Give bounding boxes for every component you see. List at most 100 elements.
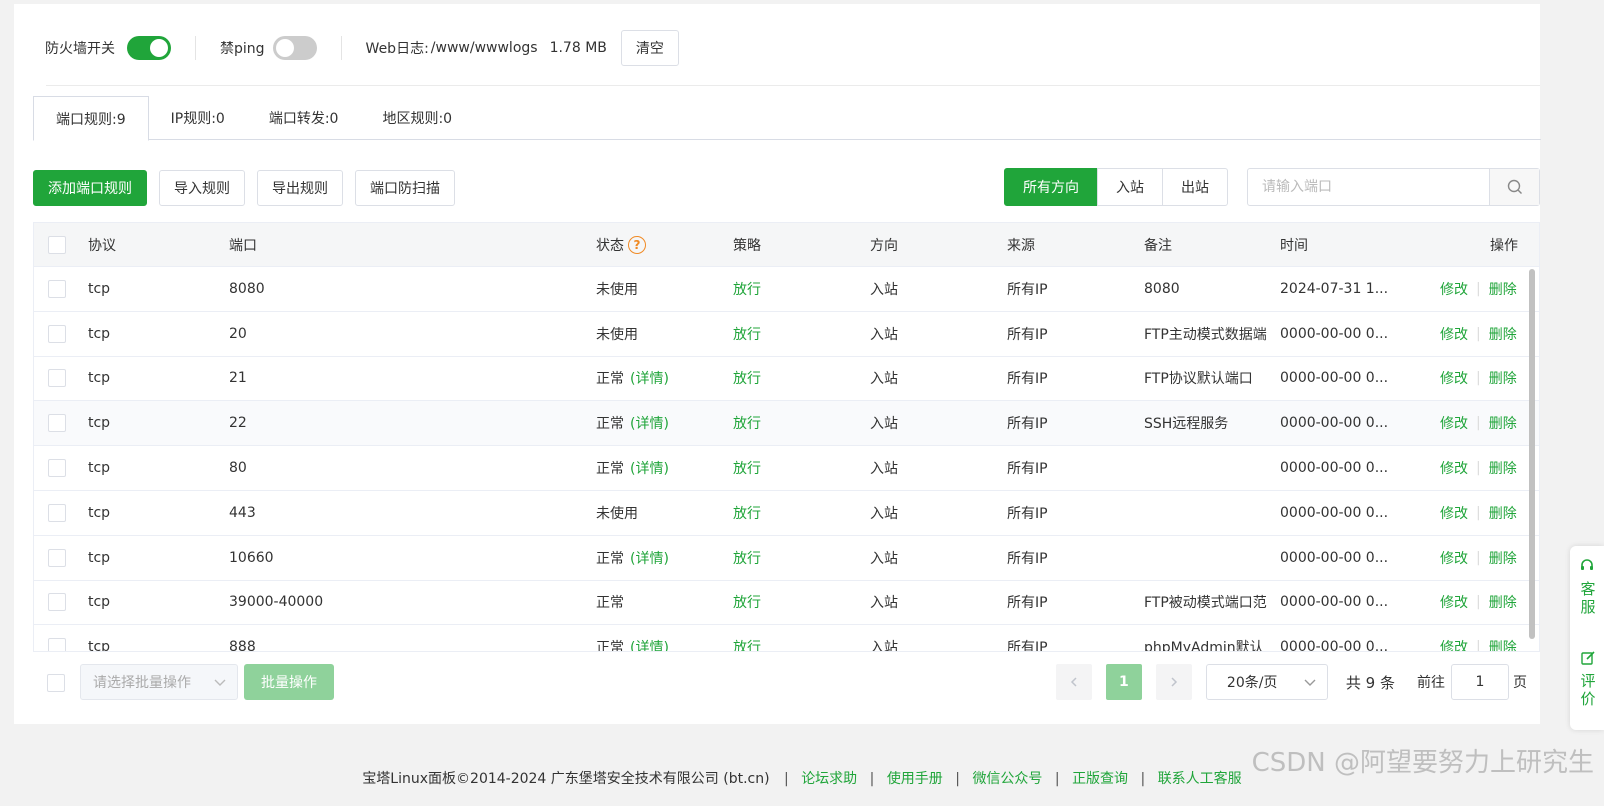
port-antiscan-button[interactable]: 端口防扫描 xyxy=(355,170,455,206)
cell-remark: FTP协议默认端口 xyxy=(1144,371,1253,388)
weblog-size: 1.78 MB xyxy=(549,40,607,56)
row-checkbox[interactable] xyxy=(48,369,66,388)
edit-rule-link[interactable]: 修改 xyxy=(1440,279,1468,299)
cell-source: 所有IP xyxy=(1007,416,1048,433)
customer-service-button[interactable]: 客服 xyxy=(1578,580,1598,616)
edit-rule-link[interactable]: 修改 xyxy=(1440,548,1468,568)
weblog-path-link[interactable]: /www/wwwlogs xyxy=(431,40,538,56)
cell-status: 正常 (详情) xyxy=(596,357,669,401)
batch-bar: 请选择批量操作 批量操作 1 20条/页 共 9 条 前往 1 页 xyxy=(33,662,1527,702)
rule-tabs: 端口规则:9 IP规则:0 端口转发:0 地区规则:0 xyxy=(33,96,1541,141)
footer-divider: | xyxy=(869,771,875,787)
edit-rule-link[interactable]: 修改 xyxy=(1440,368,1468,388)
edit-rule-link[interactable]: 修改 xyxy=(1440,503,1468,523)
cell-time: 0000-00-00 0... xyxy=(1280,460,1389,477)
footer-divider: | xyxy=(1140,771,1146,787)
delete-rule-link[interactable]: 删除 xyxy=(1489,548,1517,568)
status-detail-link[interactable]: (详情) xyxy=(630,413,669,433)
delete-rule-link[interactable]: 删除 xyxy=(1489,458,1517,478)
cell-direction: 入站 xyxy=(870,416,898,433)
cell-policy: 放行 xyxy=(733,326,761,343)
prev-page-button[interactable] xyxy=(1055,664,1092,700)
batch-action-button[interactable]: 批量操作 xyxy=(244,664,334,700)
status-detail-link[interactable]: (详情) xyxy=(630,548,669,568)
cell-remark: FTP主动模式数据端 xyxy=(1144,326,1267,343)
row-checkbox[interactable] xyxy=(48,459,66,478)
cell-ops: 修改 | 删除 xyxy=(1440,357,1517,401)
row-checkbox[interactable] xyxy=(48,279,66,298)
footer-link-manual[interactable]: 使用手册 xyxy=(887,771,943,787)
footer-link-forum[interactable]: 论坛求助 xyxy=(801,771,857,787)
direction-in-button[interactable]: 入站 xyxy=(1097,168,1163,206)
header-policy: 策略 xyxy=(733,237,761,254)
pagination: 1 20条/页 共 9 条 前往 1 页 xyxy=(1055,664,1527,700)
tab-region-rules[interactable]: 地区规则:0 xyxy=(360,96,474,140)
cell-remark xyxy=(1144,491,1270,535)
row-select-cell xyxy=(48,581,66,625)
ping-toggle[interactable] xyxy=(272,36,317,60)
batch-select-checkbox[interactable] xyxy=(47,674,65,692)
export-rules-button[interactable]: 导出规则 xyxy=(257,170,343,206)
edit-rule-link[interactable]: 修改 xyxy=(1440,413,1468,433)
firewall-switch-label: 防火墙开关 xyxy=(45,41,115,57)
delete-rule-link[interactable]: 删除 xyxy=(1489,503,1517,523)
footer-link-wechat[interactable]: 微信公众号 xyxy=(972,771,1042,787)
next-page-button[interactable] xyxy=(1155,664,1192,700)
batch-action-select[interactable]: 请选择批量操作 xyxy=(80,664,238,700)
row-checkbox[interactable] xyxy=(48,324,66,343)
help-icon[interactable]: ? xyxy=(628,235,646,254)
edit-rule-link[interactable]: 修改 xyxy=(1440,458,1468,478)
edit-rule-link[interactable]: 修改 xyxy=(1440,637,1468,651)
row-checkbox[interactable] xyxy=(48,503,66,522)
cell-port: 22 xyxy=(229,415,247,432)
tab-port-rules[interactable]: 端口规则:9 xyxy=(33,96,149,141)
delete-rule-link[interactable]: 删除 xyxy=(1489,413,1517,433)
clear-log-button[interactable]: 清空 xyxy=(620,30,679,66)
row-checkbox[interactable] xyxy=(48,414,66,433)
search-button[interactable] xyxy=(1489,169,1539,205)
goto-page-input[interactable]: 1 xyxy=(1451,664,1509,700)
delete-rule-link[interactable]: 删除 xyxy=(1489,637,1517,651)
cell-source: 所有IP xyxy=(1007,371,1048,388)
delete-rule-link[interactable]: 删除 xyxy=(1489,324,1517,344)
status-text: 未使用 xyxy=(596,281,638,298)
edit-rule-link[interactable]: 修改 xyxy=(1440,324,1468,344)
delete-rule-link[interactable]: 删除 xyxy=(1489,368,1517,388)
delete-rule-link[interactable]: 删除 xyxy=(1489,279,1517,299)
cell-port: 20 xyxy=(229,325,247,342)
page-size-select[interactable]: 20条/页 xyxy=(1205,664,1328,700)
footer-link-support[interactable]: 联系人工客服 xyxy=(1158,771,1242,787)
cell-direction: 入站 xyxy=(870,505,898,522)
status-detail-link[interactable]: (详情) xyxy=(630,368,669,388)
footer-link-license[interactable]: 正版查询 xyxy=(1072,771,1128,787)
delete-rule-link[interactable]: 删除 xyxy=(1489,592,1517,612)
port-search xyxy=(1247,168,1540,206)
table-body: tcp 8080 未使用 放行 入站 所有IP 8080 2024-07-31 1... 修改 |… xyxy=(34,267,1539,652)
cell-status: 正常 (详情) xyxy=(596,446,669,490)
select-all-checkbox[interactable] xyxy=(48,235,66,254)
row-select-cell xyxy=(48,536,66,580)
direction-all-button[interactable]: 所有方向 xyxy=(1004,168,1098,206)
edit-icon xyxy=(1581,651,1595,665)
cell-time: 0000-00-00 0... xyxy=(1280,415,1389,432)
port-search-input[interactable] xyxy=(1248,169,1489,205)
tab-port-forward[interactable]: 端口转发:0 xyxy=(247,96,361,140)
status-detail-link[interactable]: (详情) xyxy=(630,637,669,651)
firewall-toggle[interactable] xyxy=(127,36,171,60)
row-checkbox[interactable] xyxy=(48,638,66,651)
row-checkbox[interactable] xyxy=(48,593,66,612)
direction-out-button[interactable]: 出站 xyxy=(1162,168,1228,206)
page-number-current[interactable]: 1 xyxy=(1105,664,1142,700)
review-button[interactable]: 评价 xyxy=(1578,672,1598,708)
import-rules-button[interactable]: 导入规则 xyxy=(159,170,245,206)
row-select-cell xyxy=(48,357,66,401)
chevron-down-icon xyxy=(214,679,226,686)
tab-ip-rules[interactable]: IP规则:0 xyxy=(149,96,247,140)
edit-rule-link[interactable]: 修改 xyxy=(1440,592,1468,612)
row-checkbox[interactable] xyxy=(48,548,66,567)
table-scrollbar[interactable] xyxy=(1529,269,1535,639)
add-port-rule-button[interactable]: 添加端口规则 xyxy=(33,170,147,206)
status-detail-link[interactable]: (详情) xyxy=(630,458,669,478)
cell-direction: 入站 xyxy=(870,640,898,652)
cell-policy: 放行 xyxy=(733,550,761,567)
